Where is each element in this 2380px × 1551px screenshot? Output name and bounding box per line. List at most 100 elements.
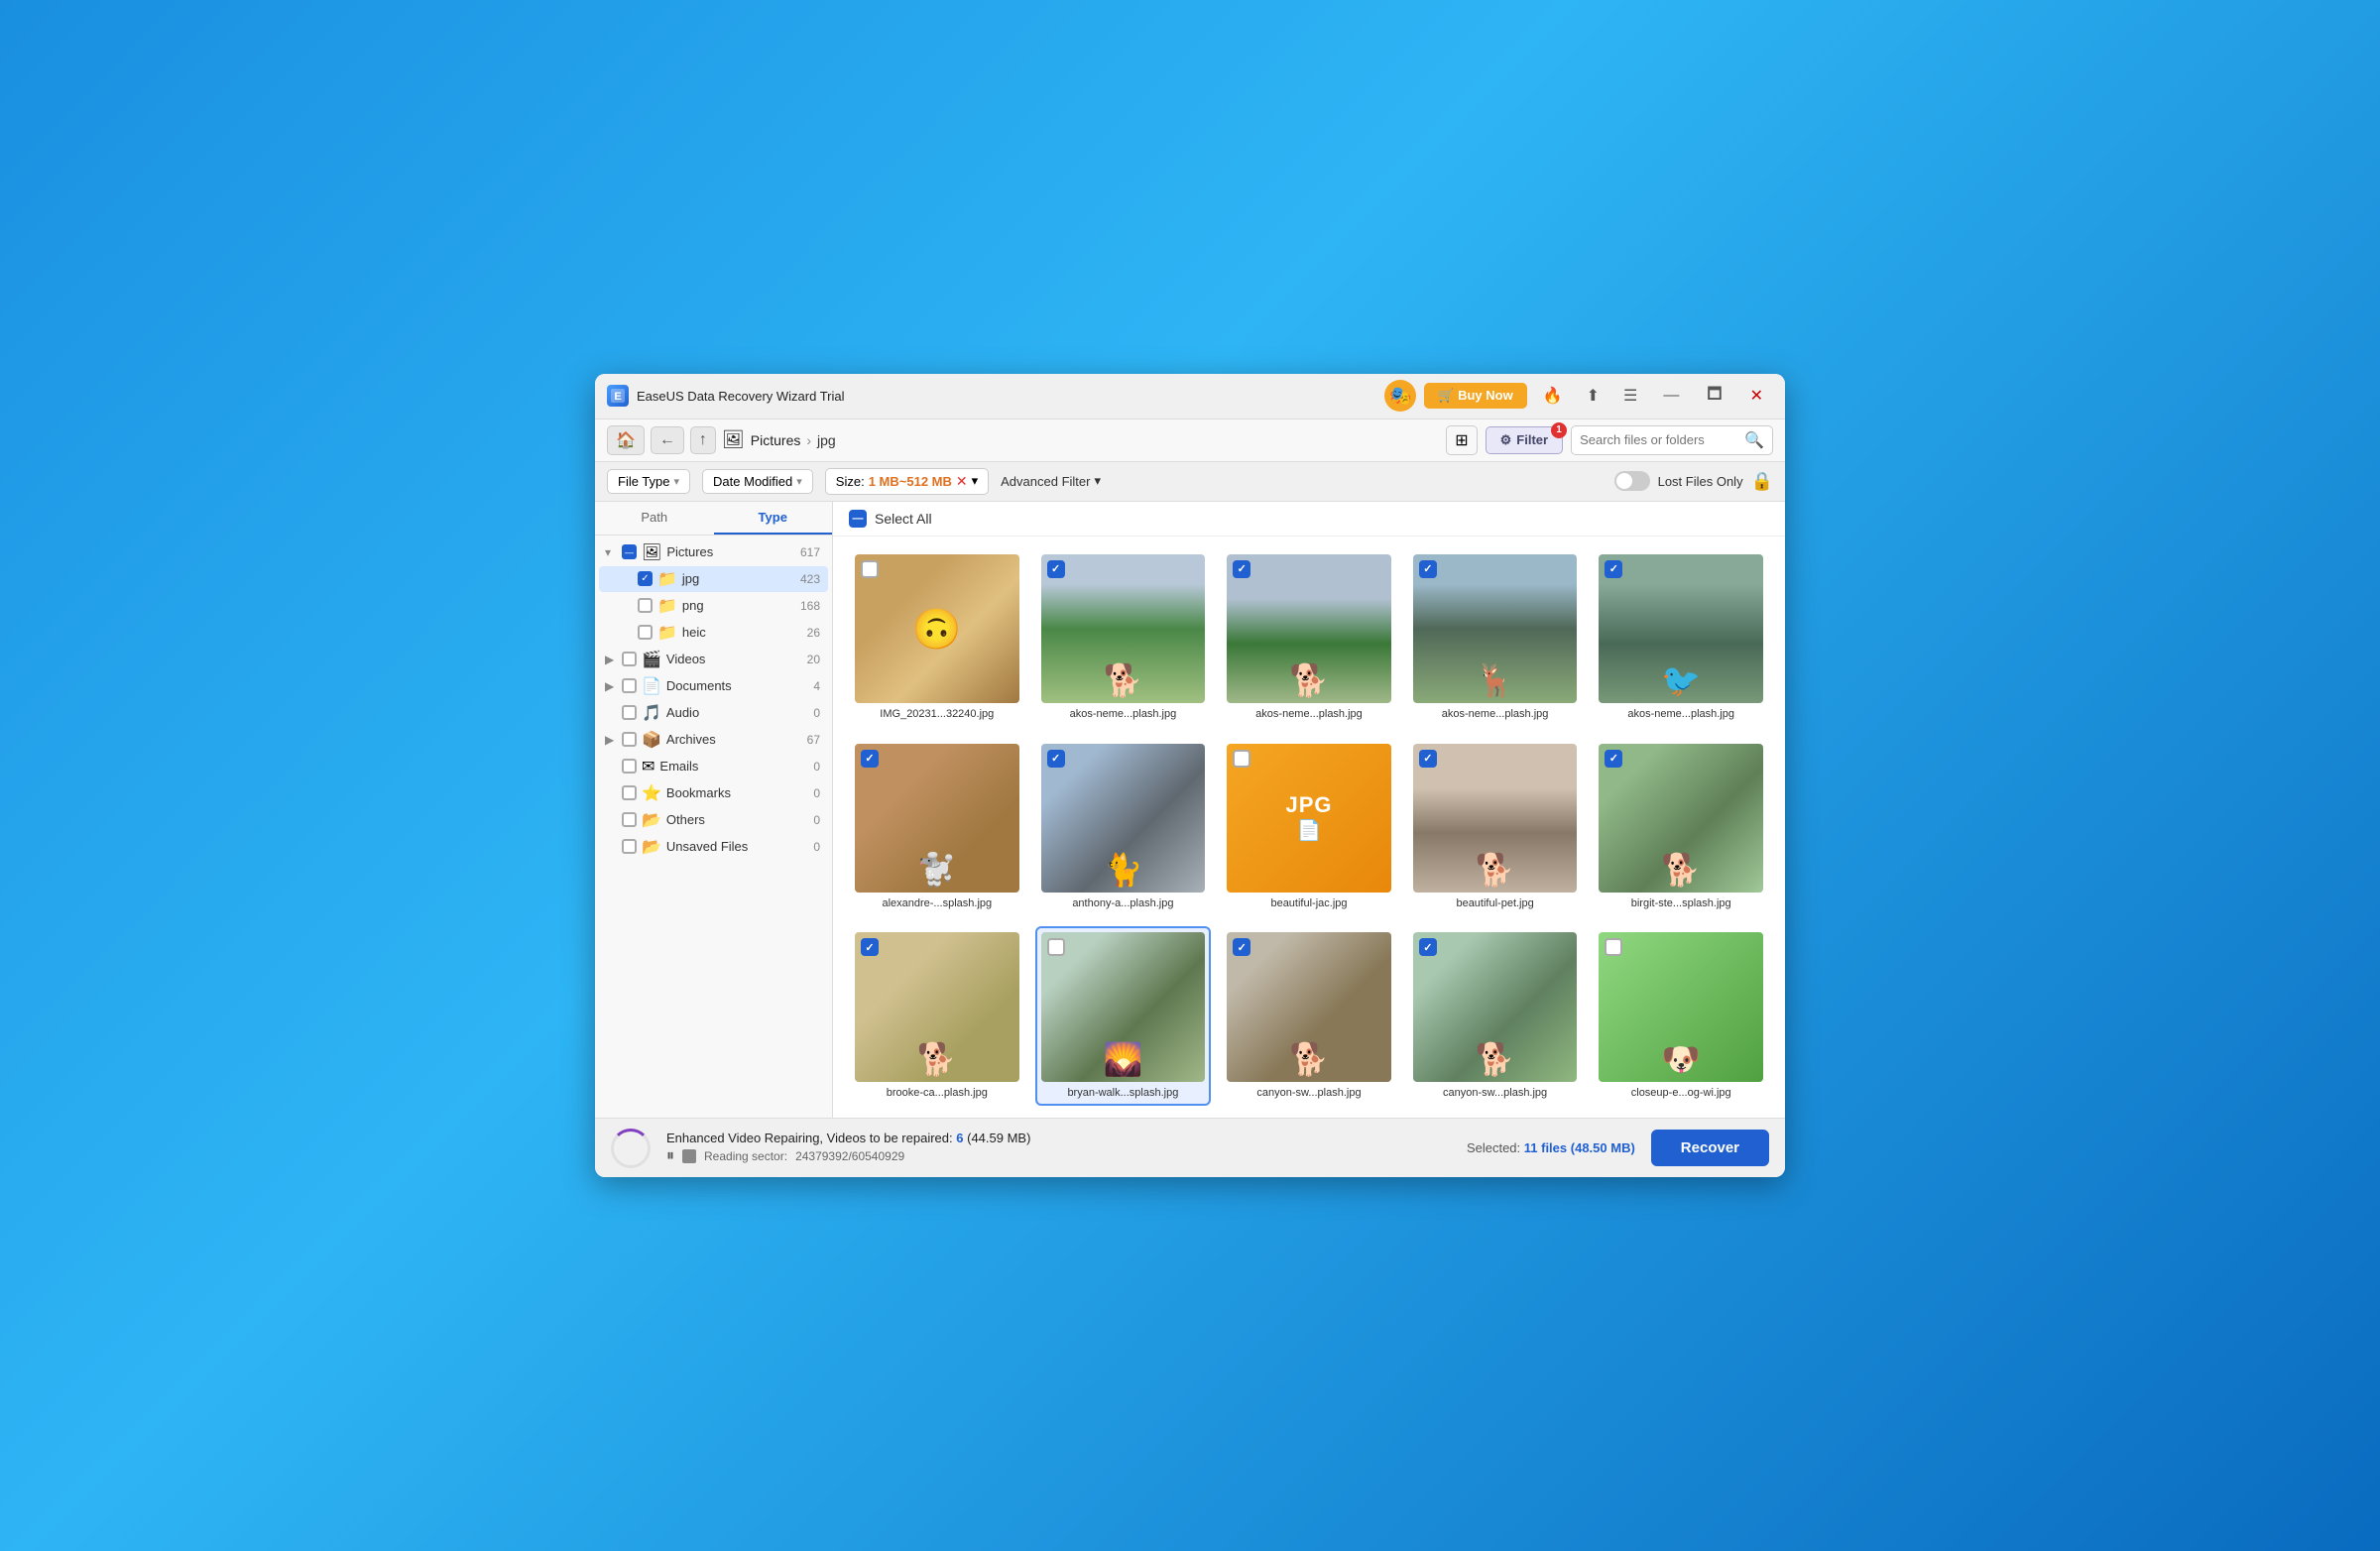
file-checkbox[interactable] [1047, 750, 1065, 768]
user-avatar: 🎭 [1384, 380, 1416, 412]
bookmarks-icon: ⭐ [642, 783, 661, 803]
sidebar-item-archives[interactable]: ▶ 📦 Archives 67 [599, 727, 828, 753]
sidebar-item-pictures[interactable]: ▾ 🖼 Pictures 617 [599, 539, 828, 565]
sidebar-item-bookmarks[interactable]: ⭐ Bookmarks 0 [599, 780, 828, 806]
select-all-checkbox[interactable]: — [849, 510, 867, 528]
lost-files-toggle-track[interactable] [1614, 471, 1650, 491]
file-item[interactable]: 🐕 beautiful-pet.jpg [1407, 738, 1584, 917]
up-button[interactable]: ↑ [690, 426, 716, 454]
home-button[interactable]: 🏠 [607, 425, 645, 455]
file-item[interactable]: 🙃 IMG_20231...32240.jpg [849, 548, 1025, 728]
file-checkbox[interactable] [861, 750, 879, 768]
docs-count: 4 [813, 679, 820, 693]
file-item[interactable]: 🐈 anthony-a...plash.jpg [1035, 738, 1212, 917]
file-item[interactable]: 🐶 closeup-e...og-wi.jpg [1593, 926, 1769, 1106]
png-count: 168 [800, 599, 820, 613]
file-checkbox[interactable] [1605, 560, 1622, 578]
file-item[interactable]: 🐕 birgit-ste...splash.jpg [1593, 738, 1769, 917]
sidebar-item-documents[interactable]: ▶ 📄 Documents 4 [599, 673, 828, 699]
sidebar-item-audio[interactable]: 🎵 Audio 0 [599, 700, 828, 726]
tab-type[interactable]: Type [714, 502, 833, 535]
search-input[interactable] [1580, 432, 1738, 447]
file-name: akos-neme...plash.jpg [1627, 707, 1734, 721]
back-button[interactable]: ← [651, 426, 684, 454]
videos-expand: ▶ [605, 653, 619, 666]
sidebar-item-videos[interactable]: ▶ 🎬 Videos 20 [599, 647, 828, 672]
recover-button[interactable]: Recover [1651, 1130, 1769, 1166]
view-toggle-button[interactable]: ⊞ [1446, 425, 1477, 455]
advanced-filter[interactable]: Advanced Filter ▾ [1001, 473, 1101, 489]
file-thumbnail: 🐕 [1041, 554, 1206, 704]
file-item[interactable]: 🐕 akos-neme...plash.jpg [1221, 548, 1397, 728]
buy-now-button[interactable]: 🛒 Buy Now [1424, 383, 1526, 409]
size-arrow-icon: ▾ [972, 473, 979, 489]
sidebar-item-others[interactable]: 📂 Others 0 [599, 807, 828, 833]
file-item[interactable]: 🌄 bryan-walk...splash.jpg [1035, 926, 1212, 1106]
file-item[interactable]: JPG 📄 beautiful-jac.jpg [1221, 738, 1397, 917]
file-item[interactable]: 🦌 akos-neme...plash.jpg [1407, 548, 1584, 728]
archives-count: 67 [807, 733, 820, 747]
sidebar-item-unsaved[interactable]: 📂 Unsaved Files 0 [599, 834, 828, 860]
file-checkbox[interactable] [1233, 750, 1250, 768]
menu-button[interactable]: ☰ [1615, 382, 1645, 410]
file-item[interactable]: 🐕 brooke-ca...plash.jpg [849, 926, 1025, 1106]
file-checkbox[interactable] [861, 560, 879, 578]
select-all-label[interactable]: Select All [875, 511, 932, 527]
sidebar-item-heic[interactable]: 📁 heic 26 [599, 620, 828, 646]
heic-checkbox[interactable] [638, 625, 653, 640]
size-clear-icon[interactable]: ✕ [956, 473, 968, 490]
videos-checkbox[interactable] [622, 652, 637, 666]
file-name: akos-neme...plash.jpg [1255, 707, 1363, 721]
upload-icon-button[interactable]: ⬆ [1579, 382, 1607, 410]
png-checkbox[interactable] [638, 598, 653, 613]
file-name: akos-neme...plash.jpg [1070, 707, 1177, 721]
audio-checkbox[interactable] [622, 705, 637, 720]
file-checkbox[interactable] [1605, 750, 1622, 768]
file-checkbox[interactable] [1047, 938, 1065, 956]
main-content: Path Type ▾ 🖼 Pictures 617 📁 jpg 423 [595, 502, 1785, 1119]
file-checkbox[interactable] [1419, 560, 1437, 578]
others-checkbox[interactable] [622, 812, 637, 827]
bookmarks-checkbox[interactable] [622, 785, 637, 800]
maximize-button[interactable]: 🗖 [1697, 379, 1731, 414]
archives-checkbox[interactable] [622, 732, 637, 747]
date-modified-label: Date Modified [713, 474, 792, 489]
stop-button[interactable] [682, 1149, 696, 1163]
size-filter[interactable]: Size: 1 MB~512 MB ✕ ▾ [825, 468, 989, 495]
filter-icon-button[interactable]: 🔒 [1751, 471, 1773, 492]
filter-button[interactable]: ⚙ Filter 1 [1486, 426, 1563, 454]
file-checkbox[interactable] [1233, 938, 1250, 956]
emails-checkbox[interactable] [622, 759, 637, 774]
fire-icon-button[interactable]: 🔥 [1535, 382, 1571, 410]
pause-button[interactable]: ⏸ [666, 1147, 674, 1165]
date-modified-filter[interactable]: Date Modified ▾ [702, 469, 813, 494]
file-checkbox[interactable] [1419, 938, 1437, 956]
sidebar-item-png[interactable]: 📁 png 168 [599, 593, 828, 619]
breadcrumb-folder[interactable]: Pictures [751, 432, 801, 448]
title-bar-actions: 🎭 🛒 Buy Now 🔥 ⬆ ☰ — 🗖 ✕ [1384, 379, 1773, 414]
file-item[interactable]: 🐦 akos-neme...plash.jpg [1593, 548, 1769, 728]
file-item[interactable]: 🐕 akos-neme...plash.jpg [1035, 548, 1212, 728]
file-item[interactable]: 🐩 alexandre-...splash.jpg [849, 738, 1025, 917]
jpg-checkbox[interactable] [638, 571, 653, 586]
file-item[interactable]: 🐕 canyon-sw...plash.jpg [1221, 926, 1397, 1106]
close-button[interactable]: ✕ [1740, 382, 1773, 410]
status-primary-text: Enhanced Video Repairing, Videos to be r… [666, 1131, 1451, 1145]
unsaved-checkbox[interactable] [622, 839, 637, 854]
file-checkbox[interactable] [1233, 560, 1250, 578]
pictures-checkbox[interactable] [622, 544, 637, 559]
file-name: bryan-walk...splash.jpg [1067, 1086, 1178, 1100]
tab-path[interactable]: Path [595, 502, 714, 535]
file-checkbox[interactable] [1605, 938, 1622, 956]
file-item[interactable]: 🐕 canyon-sw...plash.jpg [1407, 926, 1584, 1106]
minimize-button[interactable]: — [1653, 383, 1689, 409]
sidebar-item-jpg[interactable]: 📁 jpg 423 [599, 566, 828, 592]
file-checkbox[interactable] [1047, 560, 1065, 578]
file-checkbox[interactable] [1419, 750, 1437, 768]
reading-bar: ⏸ Reading sector: 24379392/60540929 [666, 1147, 1451, 1165]
file-type-filter[interactable]: File Type ▾ [607, 469, 690, 494]
sidebar-item-emails[interactable]: ✉ Emails 0 [599, 754, 828, 779]
sidebar-tabs: Path Type [595, 502, 832, 536]
file-checkbox[interactable] [861, 938, 879, 956]
docs-checkbox[interactable] [622, 678, 637, 693]
